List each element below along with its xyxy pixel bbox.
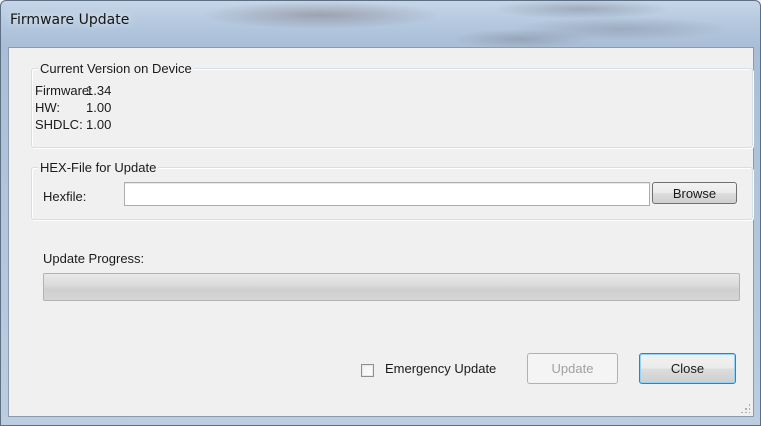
shdlc-label: SHDLC: [35,117,83,132]
firmware-update-window: Firmware Update Current Version on Devic… [0,0,761,426]
update-progress-label: Update Progress: [43,251,145,266]
dialog-client-area: Current Version on Device Firmware:1.34 … [8,47,754,417]
emergency-update-checkbox[interactable] [361,364,374,377]
firmware-version-row: Firmware:1.34 [35,83,111,98]
close-button[interactable]: Close [639,353,736,384]
shdlc-version-row: SHDLC: 1.00 [35,117,111,132]
hexfile-input[interactable] [124,182,650,206]
titlebar-background [151,1,760,47]
hw-label: HW: [35,100,61,115]
firmware-value: 1.34 [86,83,112,98]
shdlc-value: 1.00 [86,117,112,132]
firmware-label: Firmware: [35,83,93,98]
browse-button[interactable]: Browse [652,182,737,204]
current-version-legend: Current Version on Device [38,61,194,76]
hw-value: 1.00 [86,100,112,115]
resize-grip-icon[interactable] [740,403,750,413]
update-progress-bar [43,273,740,301]
hw-version-row: HW: 1.00 [35,100,111,115]
hex-file-legend: HEX-File for Update [38,160,159,175]
hexfile-label: Hexfile: [43,189,87,204]
update-button[interactable]: Update [527,353,618,384]
emergency-update-label[interactable]: Emergency Update [385,361,496,376]
current-version-group: Current Version on Device Firmware:1.34 … [31,61,753,148]
window-title: Firmware Update [10,12,130,28]
